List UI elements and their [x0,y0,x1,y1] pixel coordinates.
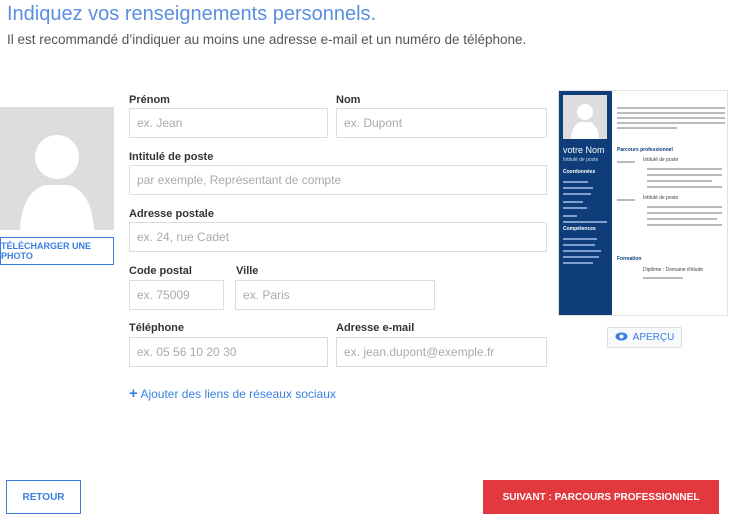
photo-placeholder [0,107,114,230]
resume-sidebar: votre Nom Intitulé de poste Coordonnées … [559,91,612,315]
add-social-label: Ajouter des liens de réseaux sociaux [140,387,336,401]
add-social-links-link[interactable]: + Ajouter des liens de réseaux sociaux [129,385,336,402]
resume-education-heading: Formation [617,256,642,262]
upload-photo-button[interactable]: TÉLÉCHARGER UNE PHOTO [0,237,114,265]
avatar-silhouette-icon [20,135,94,230]
resume-job: Intitulé de poste [563,157,599,163]
phone-input[interactable] [129,337,328,367]
resume-job2: Intitulé de poste [643,195,679,201]
first-name-label: Prénom [129,94,170,106]
preview-label: APERÇU [632,332,675,343]
job-title-label: Intitulé de poste [129,151,214,163]
resume-degree: Diplôme : Domaine d'étude [643,267,704,273]
back-button[interactable]: RETOUR [6,480,81,514]
resume-name: votre Nom [563,145,605,155]
last-name-input[interactable] [336,108,547,138]
resume-job1: Intitulé de poste [643,157,679,163]
postal-code-input[interactable] [129,280,224,310]
preview-button[interactable]: APERÇU [607,327,682,348]
resume-experience-heading: Parcours professionnel [617,147,673,153]
postal-code-label: Code postal [129,265,192,277]
next-button[interactable]: SUIVANT : PARCOURS PROFESSIONNEL [483,480,719,514]
phone-label: Téléphone [129,322,185,334]
first-name-input[interactable] [129,108,328,138]
page-subtitle: Il est recommandé d’indiquer au moins un… [7,32,527,47]
eye-icon [615,332,628,344]
page-title: Indiquez vos renseignements personnels. [7,3,377,25]
resume-skills-heading: Compétences [563,226,596,232]
resume-preview: votre Nom Intitulé de poste Coordonnées … [558,90,728,316]
last-name-label: Nom [336,94,361,106]
job-title-input[interactable] [129,165,547,195]
city-input[interactable] [235,280,435,310]
plus-icon: + [129,385,138,402]
city-label: Ville [236,265,259,277]
avatar-silhouette-icon [571,104,599,139]
address-input[interactable] [129,222,547,252]
resume-photo [563,95,607,139]
email-label: Adresse e-mail [336,322,415,334]
resume-contact-heading: Coordonnées [563,169,596,175]
address-label: Adresse postale [129,208,214,220]
email-input[interactable] [336,337,547,367]
